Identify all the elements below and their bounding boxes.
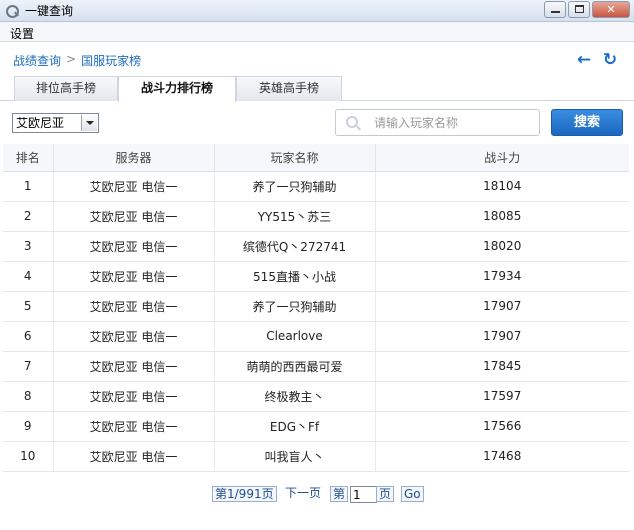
window-controls: ✕ [542, 1, 630, 18]
power-cell: 17566 [375, 411, 629, 442]
player-link[interactable]: 缤德代Q丶272741 [214, 231, 376, 262]
player-link[interactable]: 叫我盲人丶 [214, 441, 376, 472]
power-cell: 18085 [375, 201, 629, 232]
table-row: 5 艾欧尼亚 电信一 养了一只狗辅助 17907 [3, 291, 629, 322]
player-link[interactable]: YY515丶苏三 [214, 201, 376, 232]
server-cell: 艾欧尼亚 电信一 [53, 441, 215, 472]
server-cell: 艾欧尼亚 电信一 [53, 321, 215, 352]
power-cell: 17934 [375, 261, 629, 292]
column-header-power: 战斗力 [375, 144, 629, 172]
server-cell: 艾欧尼亚 电信一 [53, 291, 215, 322]
power-cell: 17597 [375, 381, 629, 412]
nav-bar: 战绩查询 > 国服玩家榜 ← ↻ [0, 42, 634, 76]
maximize-button[interactable] [568, 1, 590, 18]
server-cell: 艾欧尼亚 电信一 [53, 381, 215, 412]
table-row: 7 艾欧尼亚 电信一 萌萌的西西最可爱 17845 [3, 351, 629, 382]
player-link[interactable]: 515直播丶小战 [214, 261, 376, 292]
breadcrumb-current[interactable]: 国服玩家榜 [81, 52, 141, 69]
search-box[interactable] [335, 109, 540, 136]
rank-cell: 5 [3, 291, 54, 322]
table-row: 1 艾欧尼亚 电信一 养了一只狗辅助 18104 [3, 171, 629, 202]
power-cell: 18104 [375, 171, 629, 202]
player-link[interactable]: 终极教主丶 [214, 381, 376, 412]
player-link[interactable]: EDG丶Ff [214, 411, 376, 442]
column-header-server: 服务器 [53, 144, 215, 172]
column-header-player: 玩家名称 [214, 144, 376, 172]
tab-power-ranking[interactable]: 战斗力排行榜 [118, 76, 236, 102]
search-button[interactable]: 搜索 [551, 109, 623, 136]
title-bar: 一键查询 ✕ [0, 0, 634, 22]
close-icon: ✕ [606, 3, 616, 16]
menu-bar: 设置 [0, 22, 634, 42]
rank-cell: 6 [3, 321, 54, 352]
server-cell: 艾欧尼亚 电信一 [53, 231, 215, 262]
table-row: 9 艾欧尼亚 电信一 EDG丶Ff 17566 [3, 411, 629, 442]
rank-cell: 10 [3, 441, 54, 472]
goto-prefix: 第 [330, 486, 349, 502]
tab-ranked-masters[interactable]: 排位高手榜 [14, 76, 118, 101]
maximize-icon [575, 5, 584, 13]
player-link[interactable]: 养了一只狗辅助 [214, 171, 376, 202]
search-app-icon [5, 4, 19, 18]
close-button[interactable]: ✕ [592, 1, 630, 18]
server-select-value: 艾欧尼亚 [16, 116, 65, 130]
minimize-icon [551, 11, 560, 13]
menu-settings[interactable]: 设置 [10, 25, 34, 42]
tab-strip: 排位高手榜 战斗力排行榜 英雄高手榜 [0, 76, 634, 102]
pagination: 第1/991页 下一页 第 页 Go [0, 486, 634, 506]
minimize-button[interactable] [544, 1, 566, 18]
power-cell: 17468 [375, 441, 629, 472]
page-number-input[interactable] [350, 486, 377, 503]
server-cell: 艾欧尼亚 电信一 [53, 411, 215, 442]
table-row: 6 艾欧尼亚 电信一 Clearlove 17907 [3, 321, 629, 352]
player-link[interactable]: Clearlove [214, 321, 376, 352]
refresh-icon[interactable]: ↻ [601, 51, 619, 69]
ranking-table: 排名 服务器 玩家名称 战斗力 1 艾欧尼亚 电信一 养了一只狗辅助 18104 2艾… [3, 144, 629, 472]
breadcrumb-root[interactable]: 战绩查询 [13, 52, 61, 69]
table-row: 2 艾欧尼亚 电信一 YY515丶苏三 18085 [3, 201, 629, 232]
power-cell: 18020 [375, 231, 629, 262]
player-link[interactable]: 养了一只狗辅助 [214, 291, 376, 322]
column-header-rank: 排名 [3, 144, 54, 172]
power-cell: 17907 [375, 321, 629, 352]
breadcrumb: 战绩查询 > 国服玩家榜 [13, 52, 141, 69]
rank-cell: 7 [3, 351, 54, 382]
rank-cell: 9 [3, 411, 54, 442]
tab-hero-masters[interactable]: 英雄高手榜 [236, 76, 342, 101]
rank-cell: 1 [3, 171, 54, 202]
goto-suffix: 页 [376, 486, 395, 502]
search-icon [346, 116, 358, 128]
rank-cell: 2 [3, 201, 54, 232]
server-cell: 艾欧尼亚 电信一 [53, 261, 215, 292]
player-link[interactable]: 萌萌的西西最可爱 [214, 351, 376, 382]
table-header-row: 排名 服务器 玩家名称 战斗力 [3, 144, 629, 172]
breadcrumb-separator: > [66, 52, 77, 66]
table-row: 8 艾欧尼亚 电信一 终极教主丶 17597 [3, 381, 629, 412]
table-row: 3 艾欧尼亚 电信一 缤德代Q丶272741 18020 [3, 231, 629, 262]
rank-cell: 4 [3, 261, 54, 292]
power-cell: 17845 [375, 351, 629, 382]
table-row: 4 艾欧尼亚 电信一 515直播丶小战 17934 [3, 261, 629, 292]
back-arrow-icon[interactable]: ← [575, 51, 593, 69]
chevron-down-icon[interactable] [81, 115, 97, 131]
window-title: 一键查询 [25, 4, 74, 18]
server-cell: 艾欧尼亚 电信一 [53, 351, 215, 382]
server-cell: 艾欧尼亚 电信一 [53, 201, 215, 232]
table-row: 10 艾欧尼亚 电信一 叫我盲人丶 17468 [3, 441, 629, 472]
page-status: 第1/991页 [212, 486, 277, 502]
power-cell: 17907 [375, 291, 629, 322]
server-cell: 艾欧尼亚 电信一 [53, 171, 215, 202]
next-page-link[interactable]: 下一页 [285, 486, 321, 502]
rank-cell: 3 [3, 231, 54, 262]
rank-cell: 8 [3, 381, 54, 412]
server-select[interactable]: 艾欧尼亚 [12, 113, 99, 133]
go-button[interactable]: Go [401, 486, 424, 502]
player-search-input[interactable] [374, 114, 534, 131]
